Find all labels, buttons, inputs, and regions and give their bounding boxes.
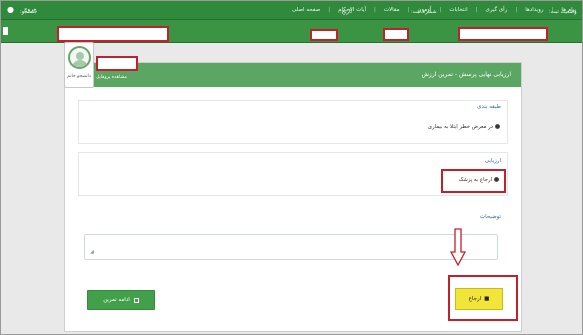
classification-section: [78, 100, 508, 144]
classification-radio[interactable]: [495, 124, 500, 129]
continue-button-label: ادامه تمرین: [103, 297, 130, 303]
rating-radio[interactable]: [494, 177, 499, 182]
username-highlight: [96, 56, 138, 71]
continue-button[interactable]: ادامه تمرین: [87, 290, 155, 310]
avatar-caption: دانشجو خانم: [67, 74, 91, 79]
down-arrow-icon: [450, 228, 466, 266]
resize-handle-icon[interactable]: ◢: [90, 249, 94, 255]
submit-button-label: ارجاع: [468, 296, 482, 302]
submit-button[interactable]: ارجاع ■: [455, 288, 503, 310]
user-icon[interactable]: ●: [7, 1, 14, 19]
search-label: جستجو:: [20, 9, 38, 15]
notes-label: توضیحات: [479, 214, 501, 220]
rating-option[interactable]: ارجاع به پزشک: [459, 177, 499, 183]
record-number-label: شماره ثبت:: [411, 9, 437, 15]
menu-item-events[interactable]: رویدادها: [525, 7, 543, 13]
panel-title: ارزیابی نهایی پرسش - تمرین ارزش: [421, 71, 511, 78]
left-edge-icon: [3, 27, 8, 35]
classification-label: طبقه بندی: [477, 104, 501, 110]
menu-item-elections[interactable]: انتخابات: [449, 7, 467, 13]
rating-option-label: ارجاع به پزشک: [458, 177, 492, 183]
profile-link[interactable]: مشاهده پروفایل: [96, 75, 127, 80]
notes-textarea[interactable]: ◢: [84, 234, 498, 260]
user-avatar-card[interactable]: دانشجو خانم: [64, 42, 94, 88]
top-menu-bar: ● خروج صفحه اصلی | آیات الاحکام | مقالات | …: [1, 1, 582, 19]
search-input-highlight: [57, 26, 169, 42]
rating-label: ارزیابی: [484, 158, 501, 164]
menu-item-home[interactable]: صفحه اصلی: [292, 7, 320, 13]
record-number-highlight: [383, 28, 409, 41]
date-field-highlight: [310, 29, 338, 41]
status-label: وضعیت ثبت:: [549, 9, 577, 15]
status-field-highlight: [458, 27, 548, 41]
save-icon: [133, 297, 139, 303]
classification-option-label: در معرض خطر ابتلا به بیماری: [427, 124, 493, 130]
check-icon: ■: [484, 296, 490, 302]
menu-item-articles[interactable]: مقالات: [384, 7, 400, 13]
avatar: [68, 46, 91, 69]
classification-option[interactable]: در معرض خطر ابتلا به بیماری: [428, 124, 500, 130]
date-label: تاریخ:: [340, 9, 353, 15]
menu-item-voting[interactable]: رأی گیری: [486, 7, 508, 13]
